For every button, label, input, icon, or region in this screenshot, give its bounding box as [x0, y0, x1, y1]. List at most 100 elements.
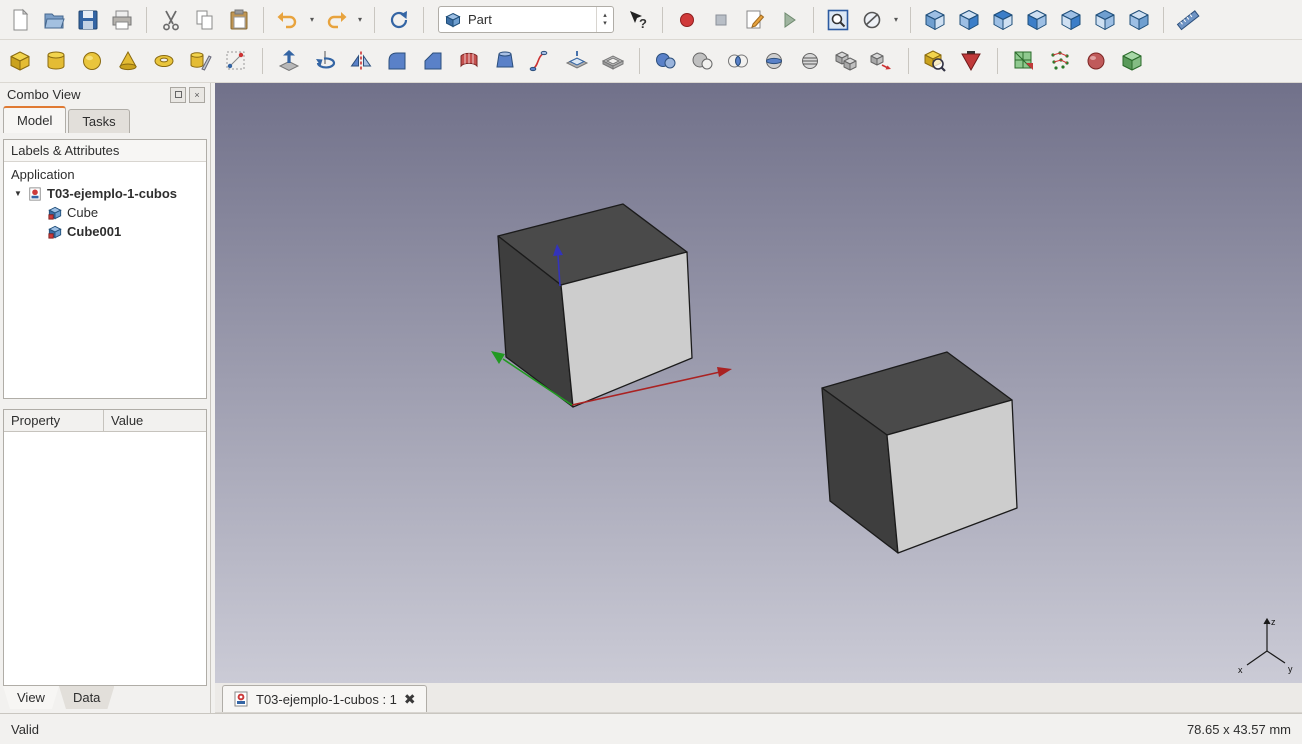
tree-item-document[interactable]: ▼ T03-ejemplo-1-cubos — [4, 184, 206, 203]
view-left-button[interactable] — [1123, 4, 1155, 36]
macro-stop-button[interactable] — [705, 4, 737, 36]
separator — [908, 48, 909, 74]
3d-scene: z x y — [215, 83, 1302, 683]
sphere-icon — [80, 49, 104, 73]
shape-from-mesh-button[interactable] — [1008, 45, 1040, 77]
separator — [639, 48, 640, 74]
chamfer-button[interactable] — [417, 45, 449, 77]
boolean-union-button[interactable] — [650, 45, 682, 77]
thickness-button[interactable] — [597, 45, 629, 77]
ruled-surface-button[interactable] — [453, 45, 485, 77]
tab-data[interactable]: Data — [59, 686, 114, 709]
close-panel-button[interactable]: × — [189, 87, 205, 103]
open-document-button[interactable] — [38, 4, 70, 36]
main-area: Combo View × Model Tasks Labels & Attrib… — [0, 83, 1302, 713]
tab-tasks[interactable]: Tasks — [68, 109, 129, 133]
print-button[interactable] — [106, 4, 138, 36]
redo-dropdown[interactable]: ▾ — [354, 4, 366, 36]
copy-button[interactable] — [189, 4, 221, 36]
extrude-icon — [277, 49, 301, 73]
loft-button[interactable] — [489, 45, 521, 77]
explode-compound-button[interactable] — [866, 45, 898, 77]
tree-header: Labels & Attributes — [4, 140, 206, 162]
offset-button[interactable] — [561, 45, 593, 77]
view-front-button[interactable] — [953, 4, 985, 36]
draw-style-dropdown[interactable]: ▾ — [890, 4, 902, 36]
view-rear-button[interactable] — [1055, 4, 1087, 36]
macro-execute-button[interactable] — [773, 4, 805, 36]
boolean-common-button[interactable] — [722, 45, 754, 77]
close-tab-icon[interactable]: ✖ — [404, 692, 416, 706]
draw-style-button[interactable] — [856, 4, 888, 36]
box-button[interactable] — [4, 45, 36, 77]
view-axonometric-button[interactable] — [919, 4, 951, 36]
float-panel-button[interactable] — [170, 87, 186, 103]
expander-icon[interactable]: ▼ — [14, 189, 23, 198]
redo-button[interactable] — [320, 4, 352, 36]
cross-sections-button[interactable] — [794, 45, 826, 77]
torus-button[interactable] — [148, 45, 180, 77]
check-geometry-button[interactable] — [919, 45, 951, 77]
document-tab[interactable]: T03-ejemplo-1-cubos : 1 ✖ — [222, 685, 427, 712]
property-column-header[interactable]: Property — [4, 410, 104, 431]
3d-viewport[interactable]: z x y — [215, 83, 1302, 683]
tab-view[interactable]: View — [3, 686, 59, 709]
chamfer-icon — [421, 49, 445, 73]
cylinder-button[interactable] — [40, 45, 72, 77]
convert-to-solid-button[interactable] — [1080, 45, 1112, 77]
sweep-button[interactable] — [525, 45, 557, 77]
tree-item-application[interactable]: Application — [4, 165, 206, 184]
extrude-button[interactable] — [273, 45, 305, 77]
shape-builder-button[interactable] — [220, 45, 252, 77]
offset-icon — [565, 49, 589, 73]
whats-this-button[interactable]: ? — [622, 4, 654, 36]
check-geometry-icon — [923, 49, 947, 73]
measure-distance-icon — [1176, 8, 1200, 32]
points-from-mesh-button[interactable] — [1044, 45, 1076, 77]
refine-shape-button[interactable] — [1116, 45, 1148, 77]
viewport-background — [215, 83, 1302, 683]
view-bottom-icon — [1093, 8, 1117, 32]
defeaturing-button[interactable] — [955, 45, 987, 77]
paste-button[interactable] — [223, 4, 255, 36]
shape-builder-icon — [224, 49, 248, 73]
create-primitives-button[interactable] — [184, 45, 216, 77]
cut-button[interactable] — [155, 4, 187, 36]
measure-distance-button[interactable] — [1172, 4, 1204, 36]
property-list[interactable] — [4, 432, 206, 685]
view-right-button[interactable] — [1021, 4, 1053, 36]
sphere-button[interactable] — [76, 45, 108, 77]
tree-item-cube001[interactable]: Cube001 — [4, 222, 206, 241]
section-button[interactable] — [758, 45, 790, 77]
undo-dropdown[interactable]: ▾ — [306, 4, 318, 36]
tab-model[interactable]: Model — [3, 106, 66, 133]
view-bottom-button[interactable] — [1089, 4, 1121, 36]
boolean-common-icon — [726, 49, 750, 73]
revolve-button[interactable] — [309, 45, 341, 77]
new-document-icon — [8, 8, 32, 32]
separator — [262, 48, 263, 74]
undo-button[interactable] — [272, 4, 304, 36]
property-editor: Property Value — [3, 409, 207, 686]
view-top-button[interactable] — [987, 4, 1019, 36]
fillet-button[interactable] — [381, 45, 413, 77]
workbench-selector-spinner[interactable]: ▴▾ — [596, 7, 613, 32]
macro-edit-button[interactable] — [739, 4, 771, 36]
boolean-cut-button[interactable] — [686, 45, 718, 77]
fit-all-button[interactable] — [822, 4, 854, 36]
refresh-button[interactable] — [383, 4, 415, 36]
toolbar-part — [0, 40, 1302, 83]
mirror-button[interactable] — [345, 45, 377, 77]
view-right-icon — [1025, 8, 1049, 32]
panel-title-bar[interactable]: Combo View × — [0, 83, 210, 106]
cone-button[interactable] — [112, 45, 144, 77]
thickness-icon — [601, 49, 625, 73]
save-button[interactable] — [72, 4, 104, 36]
new-document-button[interactable] — [4, 4, 36, 36]
compound-button[interactable] — [830, 45, 862, 77]
value-column-header[interactable]: Value — [104, 410, 206, 431]
macro-record-button[interactable] — [671, 4, 703, 36]
tree-item-cube[interactable]: Cube — [4, 203, 206, 222]
workbench-selector[interactable]: Part ▴▾ — [438, 6, 614, 33]
macro-record-icon — [675, 8, 699, 32]
